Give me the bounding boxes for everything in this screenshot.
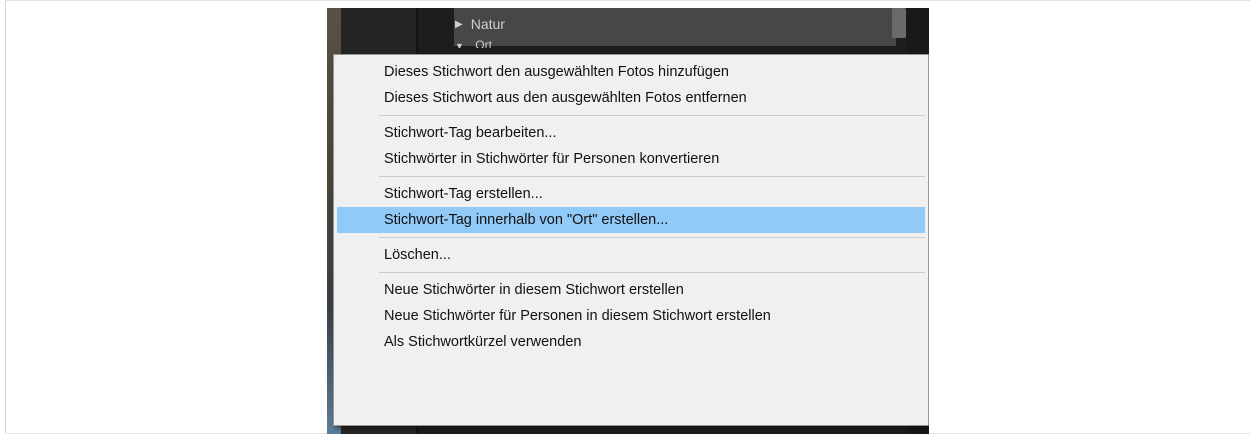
menu-item[interactable]: Dieses Stichwort den ausgewählten Fotos … [337,59,925,85]
keyword-row-natur[interactable]: ▶ Natur [455,14,505,34]
menu-item[interactable]: Stichwörter in Stichwörter für Personen … [337,146,925,172]
disclosure-triangle-icon[interactable]: ▶ [455,19,463,30]
frame-top-border [5,0,1250,1]
menu-item[interactable]: Stichwort-Tag erstellen... [337,181,925,207]
menu-item[interactable]: Stichwort-Tag bearbeiten... [337,120,925,146]
menu-item[interactable]: Neue Stichwörter für Personen in diesem … [337,303,925,329]
menu-separator [379,237,925,238]
menu-item[interactable]: Löschen... [337,242,925,268]
page: ▶ Natur ▼ Ort Dieses Stichwort den ausge… [0,0,1250,434]
screenshot-area: ▶ Natur ▼ Ort Dieses Stichwort den ausge… [327,8,929,434]
menu-item[interactable]: Neue Stichwörter in diesem Stichwort ers… [337,277,925,303]
keyword-row-ort-partial[interactable]: ▼ Ort [455,38,492,48]
keyword-list-selected-area [454,8,896,46]
menu-separator [379,272,925,273]
scrollbar-thumb[interactable] [892,8,906,38]
frame-left-border [5,0,6,434]
menu-item[interactable]: Dieses Stichwort aus den ausgewählten Fo… [337,85,925,111]
menu-separator [379,115,925,116]
keyword-row-label-partial: Ort [475,38,492,48]
menu-item[interactable]: Stichwort-Tag innerhalb von "Ort" erstel… [337,207,925,233]
context-menu: Dieses Stichwort den ausgewählten Fotos … [333,54,929,426]
disclosure-triangle-down-icon[interactable]: ▼ [455,41,464,48]
menu-separator [379,176,925,177]
menu-item[interactable]: Als Stichwortkürzel verwenden [337,329,925,355]
keyword-row-label: Natur [470,16,505,32]
